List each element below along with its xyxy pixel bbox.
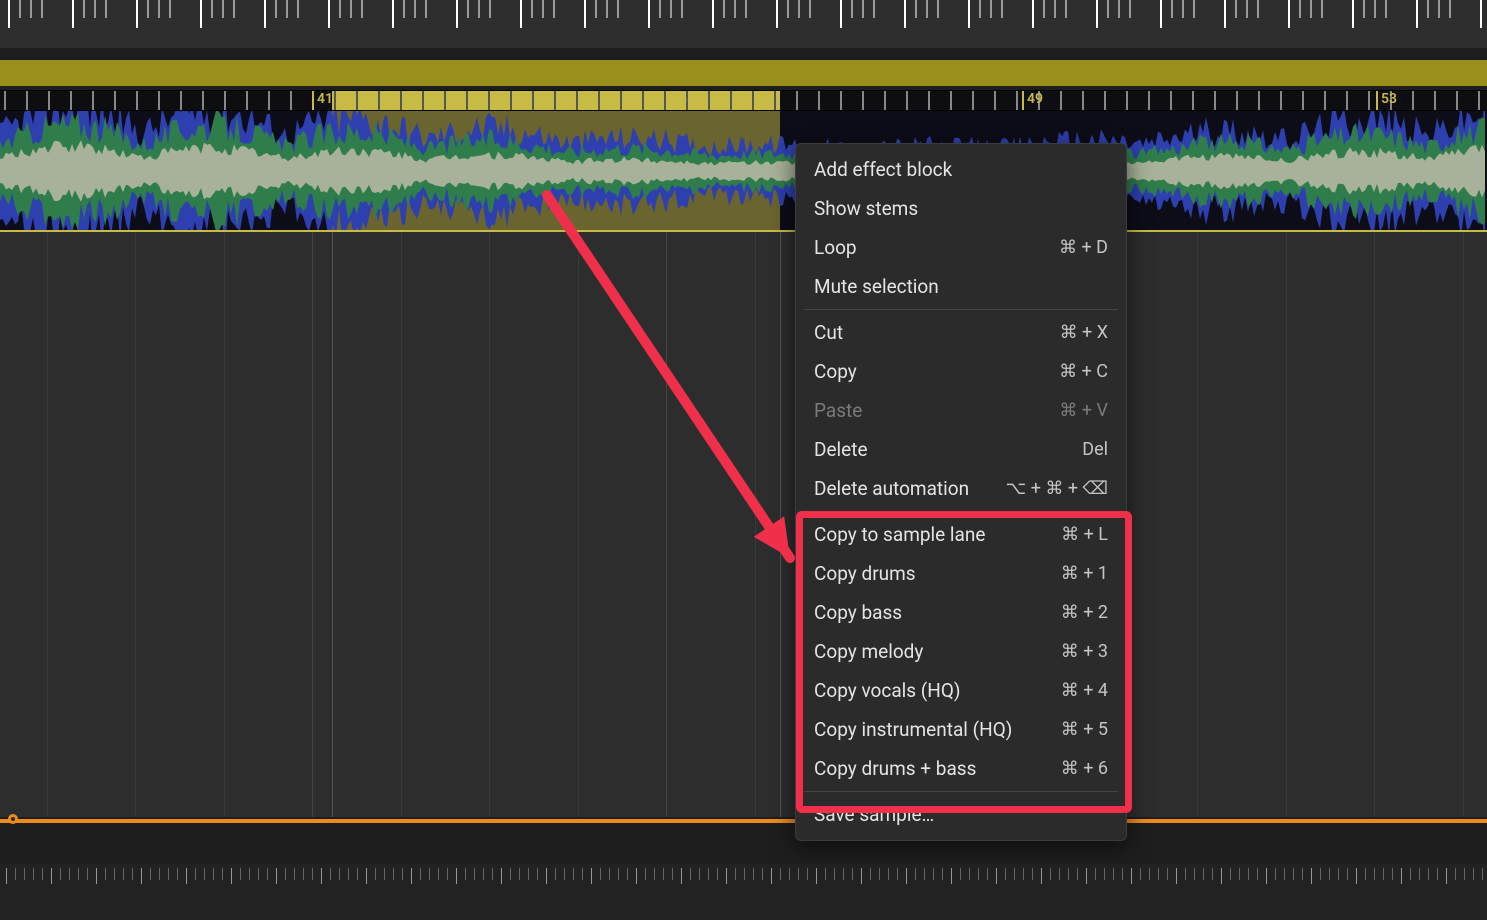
menu-item-copy[interactable]: Copy ⌘ + C bbox=[796, 352, 1126, 391]
menu-item-label: Copy vocals (HQ) bbox=[814, 679, 961, 702]
loop-region-band[interactable] bbox=[0, 60, 1487, 86]
editor-grid-area[interactable] bbox=[0, 232, 1487, 817]
menu-item-delete-automation[interactable]: Delete automation ⌥ + ⌘ + ⌫ bbox=[796, 469, 1126, 508]
menu-item-shortcut: ⌘ + X bbox=[1060, 322, 1108, 343]
menu-item-shortcut: ⌘ + 6 bbox=[1061, 758, 1108, 779]
menu-item-label: Cut bbox=[814, 321, 843, 344]
menu-item-label: Paste bbox=[814, 399, 862, 422]
menu-separator bbox=[804, 791, 1118, 792]
menu-separator bbox=[804, 511, 1118, 512]
menu-item-copy-melody[interactable]: Copy melody ⌘ + 3 bbox=[796, 632, 1126, 671]
menu-separator bbox=[804, 309, 1118, 310]
menu-item-label: Loop bbox=[814, 236, 857, 259]
menu-item-shortcut: ⌘ + 5 bbox=[1061, 719, 1108, 740]
menu-item-label: Delete bbox=[814, 438, 868, 461]
playhead-dot[interactable] bbox=[8, 814, 18, 824]
menu-item-label: Copy drums bbox=[814, 562, 916, 585]
menu-item-copy-to-sample-lane[interactable]: Copy to sample lane ⌘ + L bbox=[796, 515, 1126, 554]
overview-ruler[interactable] bbox=[0, 0, 1487, 48]
menu-item-paste: Paste ⌘ + V bbox=[796, 391, 1126, 430]
menu-item-cut[interactable]: Cut ⌘ + X bbox=[796, 313, 1126, 352]
menu-item-label: Copy bass bbox=[814, 601, 902, 624]
context-menu: Add effect block Show stems Loop ⌘ + D Mute … bbox=[795, 143, 1127, 841]
bar-label: 53 bbox=[1381, 91, 1397, 107]
menu-item-label: Add effect block bbox=[814, 158, 952, 181]
menu-item-label: Mute selection bbox=[814, 275, 939, 298]
bar-mark bbox=[312, 91, 314, 111]
beat-ruler[interactable]: 41 45 49 53 bbox=[0, 90, 1487, 110]
bar-label: 49 bbox=[1027, 91, 1043, 107]
bottom-overview-strip[interactable] bbox=[0, 864, 1487, 920]
bar-label: 45 bbox=[671, 91, 687, 107]
menu-item-label: Copy melody bbox=[814, 640, 923, 663]
menu-item-shortcut: ⌘ + D bbox=[1059, 237, 1108, 258]
menu-item-label: Save sample… bbox=[814, 803, 934, 826]
menu-item-shortcut: ⌘ + L bbox=[1061, 524, 1108, 545]
menu-item-mute-selection[interactable]: Mute selection bbox=[796, 267, 1126, 306]
menu-item-copy-bass[interactable]: Copy bass ⌘ + 2 bbox=[796, 593, 1126, 632]
menu-item-shortcut: ⌘ + 2 bbox=[1061, 602, 1108, 623]
menu-item-label: Show stems bbox=[814, 197, 918, 220]
waveform-lane[interactable] bbox=[0, 110, 1487, 230]
menu-item-label: Copy instrumental (HQ) bbox=[814, 718, 1012, 741]
menu-item-shortcut: ⌘ + V bbox=[1059, 400, 1108, 421]
menu-item-shortcut: ⌘ + 1 bbox=[1061, 563, 1108, 584]
menu-item-label: Copy to sample lane bbox=[814, 523, 985, 546]
menu-item-loop[interactable]: Loop ⌘ + D bbox=[796, 228, 1126, 267]
menu-item-label: Copy bbox=[814, 360, 857, 383]
menu-item-copy-instrumental-hq[interactable]: Copy instrumental (HQ) ⌘ + 5 bbox=[796, 710, 1126, 749]
menu-item-label: Copy drums + bass bbox=[814, 757, 976, 780]
menu-item-shortcut: ⌘ + C bbox=[1059, 361, 1108, 382]
menu-item-shortcut: ⌥ + ⌘ + ⌫ bbox=[1006, 478, 1108, 499]
menu-item-add-effect-block[interactable]: Add effect block bbox=[796, 150, 1126, 189]
ruler-selection[interactable] bbox=[332, 91, 780, 111]
playhead-timeline[interactable] bbox=[0, 819, 1487, 823]
bar-mark bbox=[1022, 91, 1024, 111]
waveform-graphic bbox=[0, 111, 1487, 231]
menu-item-shortcut: ⌘ + 4 bbox=[1061, 680, 1108, 701]
menu-item-delete[interactable]: Delete Del bbox=[796, 430, 1126, 469]
bar-mark bbox=[1376, 91, 1378, 111]
menu-item-shortcut: Del bbox=[1082, 439, 1108, 460]
bar-label: 41 bbox=[317, 91, 333, 107]
menu-item-label: Delete automation bbox=[814, 477, 969, 500]
menu-item-copy-vocals-hq[interactable]: Copy vocals (HQ) ⌘ + 4 bbox=[796, 671, 1126, 710]
audio-editor-stage: 41 45 49 53 Add effect block Show stems Loop ⌘… bbox=[0, 0, 1487, 920]
bar-mark bbox=[666, 91, 668, 111]
menu-item-shortcut: ⌘ + 3 bbox=[1061, 641, 1108, 662]
menu-item-show-stems[interactable]: Show stems bbox=[796, 189, 1126, 228]
menu-item-copy-drums-bass[interactable]: Copy drums + bass ⌘ + 6 bbox=[796, 749, 1126, 788]
menu-item-save-sample[interactable]: Save sample… bbox=[796, 795, 1126, 834]
menu-item-copy-drums[interactable]: Copy drums ⌘ + 1 bbox=[796, 554, 1126, 593]
